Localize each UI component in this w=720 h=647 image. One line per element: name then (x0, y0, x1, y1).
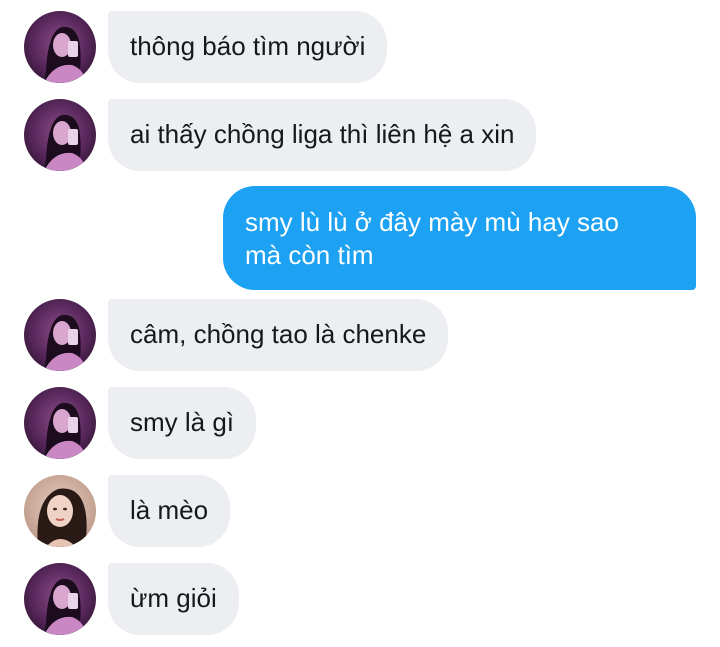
message-bubble[interactable]: smy là gì (108, 387, 257, 459)
message-bubble[interactable]: thông báo tìm người (108, 11, 388, 83)
sender-avatar[interactable] (24, 475, 96, 547)
message-text: là mèo (130, 495, 209, 525)
purple-selfie-avatar-icon (24, 11, 96, 83)
message-text: ừm giỏi (130, 583, 217, 613)
purple-selfie-avatar-icon (24, 563, 96, 635)
message-text-line: mà còn tìm (245, 240, 374, 270)
sender-avatar[interactable] (24, 99, 96, 171)
message-bubble[interactable]: ai thấy chồng liga thì liên hệ a xin (108, 99, 537, 171)
message-text: thông báo tìm người (130, 31, 366, 61)
purple-selfie-avatar-icon (24, 299, 96, 371)
purple-selfie-avatar-icon (24, 99, 96, 171)
message-text: ai thấy chồng liga thì liên hệ a xin (130, 119, 515, 149)
purple-selfie-avatar-icon (24, 387, 96, 459)
sender-avatar[interactable] (24, 563, 96, 635)
sender-avatar[interactable] (24, 387, 96, 459)
message-text-line: smy lù lù ở đây mày mù hay sao (245, 207, 619, 237)
message-text: smy là gì (130, 407, 235, 437)
portrait-avatar-icon (24, 475, 96, 547)
message-bubble[interactable]: câm, chồng tao là chenke (108, 299, 449, 371)
message-bubble[interactable]: là mèo (108, 475, 231, 547)
chat-thread: thông báo tìm người ai thấy chồng liga t… (0, 0, 720, 647)
sender-avatar[interactable] (24, 299, 96, 371)
sender-avatar[interactable] (24, 11, 96, 83)
message-text: câm, chồng tao là chenke (130, 319, 427, 349)
message-bubble[interactable]: ừm giỏi (108, 563, 239, 635)
message-bubble-outgoing[interactable]: smy lù lù ở đây mày mù hay sao mà còn tì… (223, 186, 696, 290)
